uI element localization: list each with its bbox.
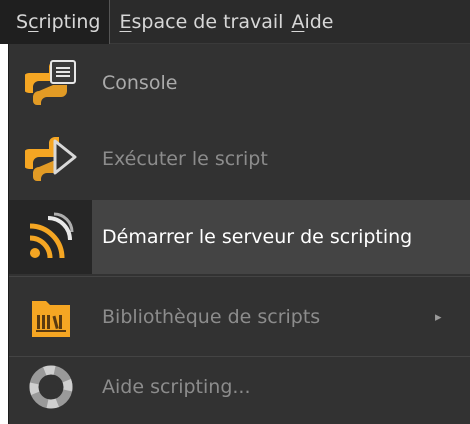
menu-bar: Scripting Espace de travail Aide — [0, 0, 470, 44]
submenu-arrow-icon: ▸ — [435, 309, 442, 325]
python-run-icon — [9, 122, 92, 196]
menu-item-label: Console — [102, 72, 178, 94]
menu-item-scripting-help[interactable]: Aide scripting... — [9, 350, 470, 424]
scripting-dropdown-menu: Console Exécuter le script Démarrer le s… — [8, 44, 470, 424]
library-folder-icon — [9, 280, 92, 354]
menu-item-label: Démarrer le serveur de scripting — [102, 226, 413, 248]
menu-item-script-library[interactable]: Bibliothèque de scripts ▸ — [9, 280, 470, 354]
menu-item-label: Bibliothèque de scripts — [102, 306, 321, 328]
menu-item-label: Aide scripting... — [102, 376, 251, 398]
menu-item-label: Exécuter le script — [102, 148, 268, 170]
menu-aide[interactable]: Aide — [291, 0, 341, 44]
lifebuoy-help-icon — [9, 350, 92, 424]
python-console-icon — [9, 46, 92, 120]
rss-server-icon — [9, 200, 92, 274]
menu-espace-de-travail[interactable]: Espace de travail — [110, 0, 292, 44]
menu-item-run-script[interactable]: Exécuter le script — [9, 122, 470, 196]
menu-item-start-scripting-server[interactable]: Démarrer le serveur de scripting — [9, 200, 470, 274]
menu-scripting[interactable]: Scripting — [0, 0, 110, 44]
menu-item-console[interactable]: Console — [9, 46, 470, 120]
menu-separator — [9, 276, 470, 277]
